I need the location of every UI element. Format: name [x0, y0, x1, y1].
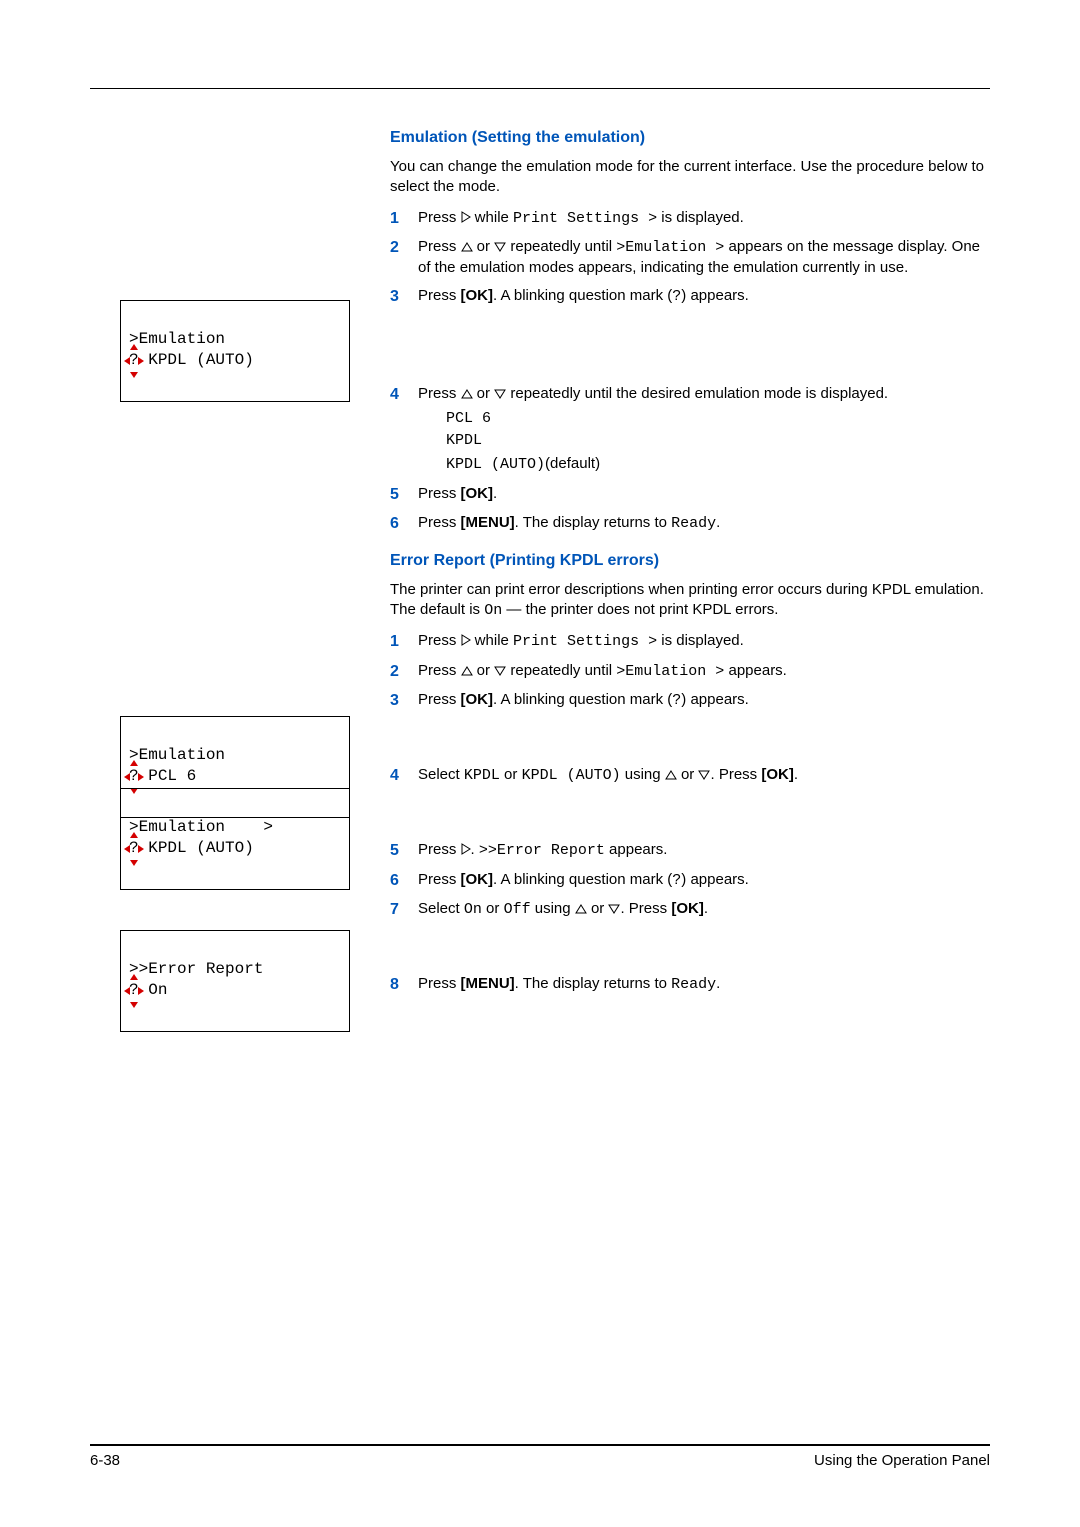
s2-step5: 5 Press . >>Error Report appears.: [390, 840, 990, 861]
display3-line2: KPDL (AUTO): [139, 839, 254, 857]
s2-step2: 2 Press or repeatedly until >Emulation >…: [390, 661, 990, 682]
s2-step7: 7 Select On or Off using or . Press [OK]…: [390, 899, 990, 920]
s2-step1: 1 Press while Print Settings > is displa…: [390, 631, 990, 652]
display1-line2: KPDL (AUTO): [139, 351, 254, 369]
triangle-right-icon: [461, 634, 471, 646]
triangle-down-icon: [698, 770, 710, 780]
display1-line1: >Emulation: [129, 330, 225, 348]
lcd-display-1: >Emulation ? KPDL (AUTO): [120, 300, 350, 402]
triangle-up-icon: [461, 389, 473, 399]
display2-line2: PCL 6: [139, 767, 197, 785]
footer-title: Using the Operation Panel: [814, 1452, 990, 1469]
lcd-display-3: >Emulation > ? KPDL (AUTO): [120, 788, 350, 890]
s1-step2: 2 Press or repeatedly until >Emulation >…: [390, 237, 990, 279]
display3-line1: >Emulation >: [129, 818, 273, 836]
s2-step8: 8 Press [MENU]. The display returns to R…: [390, 974, 990, 995]
display2-line1: >Emulation: [129, 746, 225, 764]
s1-step1: 1 Press while Print Settings > is displa…: [390, 208, 990, 229]
section2-steps: 1 Press while Print Settings > is displa…: [390, 631, 990, 995]
triangle-up-icon: [461, 666, 473, 676]
s2-step6: 6 Press [OK]. A blinking question mark (…: [390, 870, 990, 891]
lcd-display-4: >>Error Report ? On: [120, 930, 350, 1032]
s2-step3: 3 Press [OK]. A blinking question mark (…: [390, 690, 990, 711]
triangle-up-icon: [665, 770, 677, 780]
s1-step6: 6 Press [MENU]. The display returns to R…: [390, 513, 990, 534]
emulation-list: PCL 6 KPDL KPDL (AUTO)(default): [446, 408, 990, 477]
triangle-down-icon: [494, 389, 506, 399]
s1-step4: 4 Press or repeatedly until the desired …: [390, 384, 990, 477]
triangle-down-icon: [608, 904, 620, 914]
triangle-down-icon: [494, 242, 506, 252]
section1-intro: You can change the emulation mode for th…: [390, 157, 990, 198]
triangle-up-icon: [575, 904, 587, 914]
top-rule: [90, 88, 990, 89]
triangle-right-icon: [461, 211, 471, 223]
display4-line1: >>Error Report: [129, 960, 263, 978]
page-number: 6-38: [90, 1452, 120, 1469]
page-footer: 6-38 Using the Operation Panel: [90, 1444, 990, 1469]
triangle-right-icon: [461, 843, 471, 855]
section1-steps: 1 Press while Print Settings > is displa…: [390, 208, 990, 534]
main-content: Emulation (Setting the emulation) You ca…: [390, 129, 990, 995]
section1-title: Emulation (Setting the emulation): [390, 129, 990, 147]
s1-step5: 5 Press [OK].: [390, 484, 990, 504]
triangle-down-icon: [494, 666, 506, 676]
triangle-up-icon: [461, 242, 473, 252]
section2-intro: The printer can print error descriptions…: [390, 580, 990, 622]
section2-title: Error Report (Printing KPDL errors): [390, 552, 990, 570]
s2-step4: 4 Select KPDL or KPDL (AUTO) using or . …: [390, 765, 990, 786]
s1-step3: 3 Press [OK]. A blinking question mark (…: [390, 286, 990, 307]
